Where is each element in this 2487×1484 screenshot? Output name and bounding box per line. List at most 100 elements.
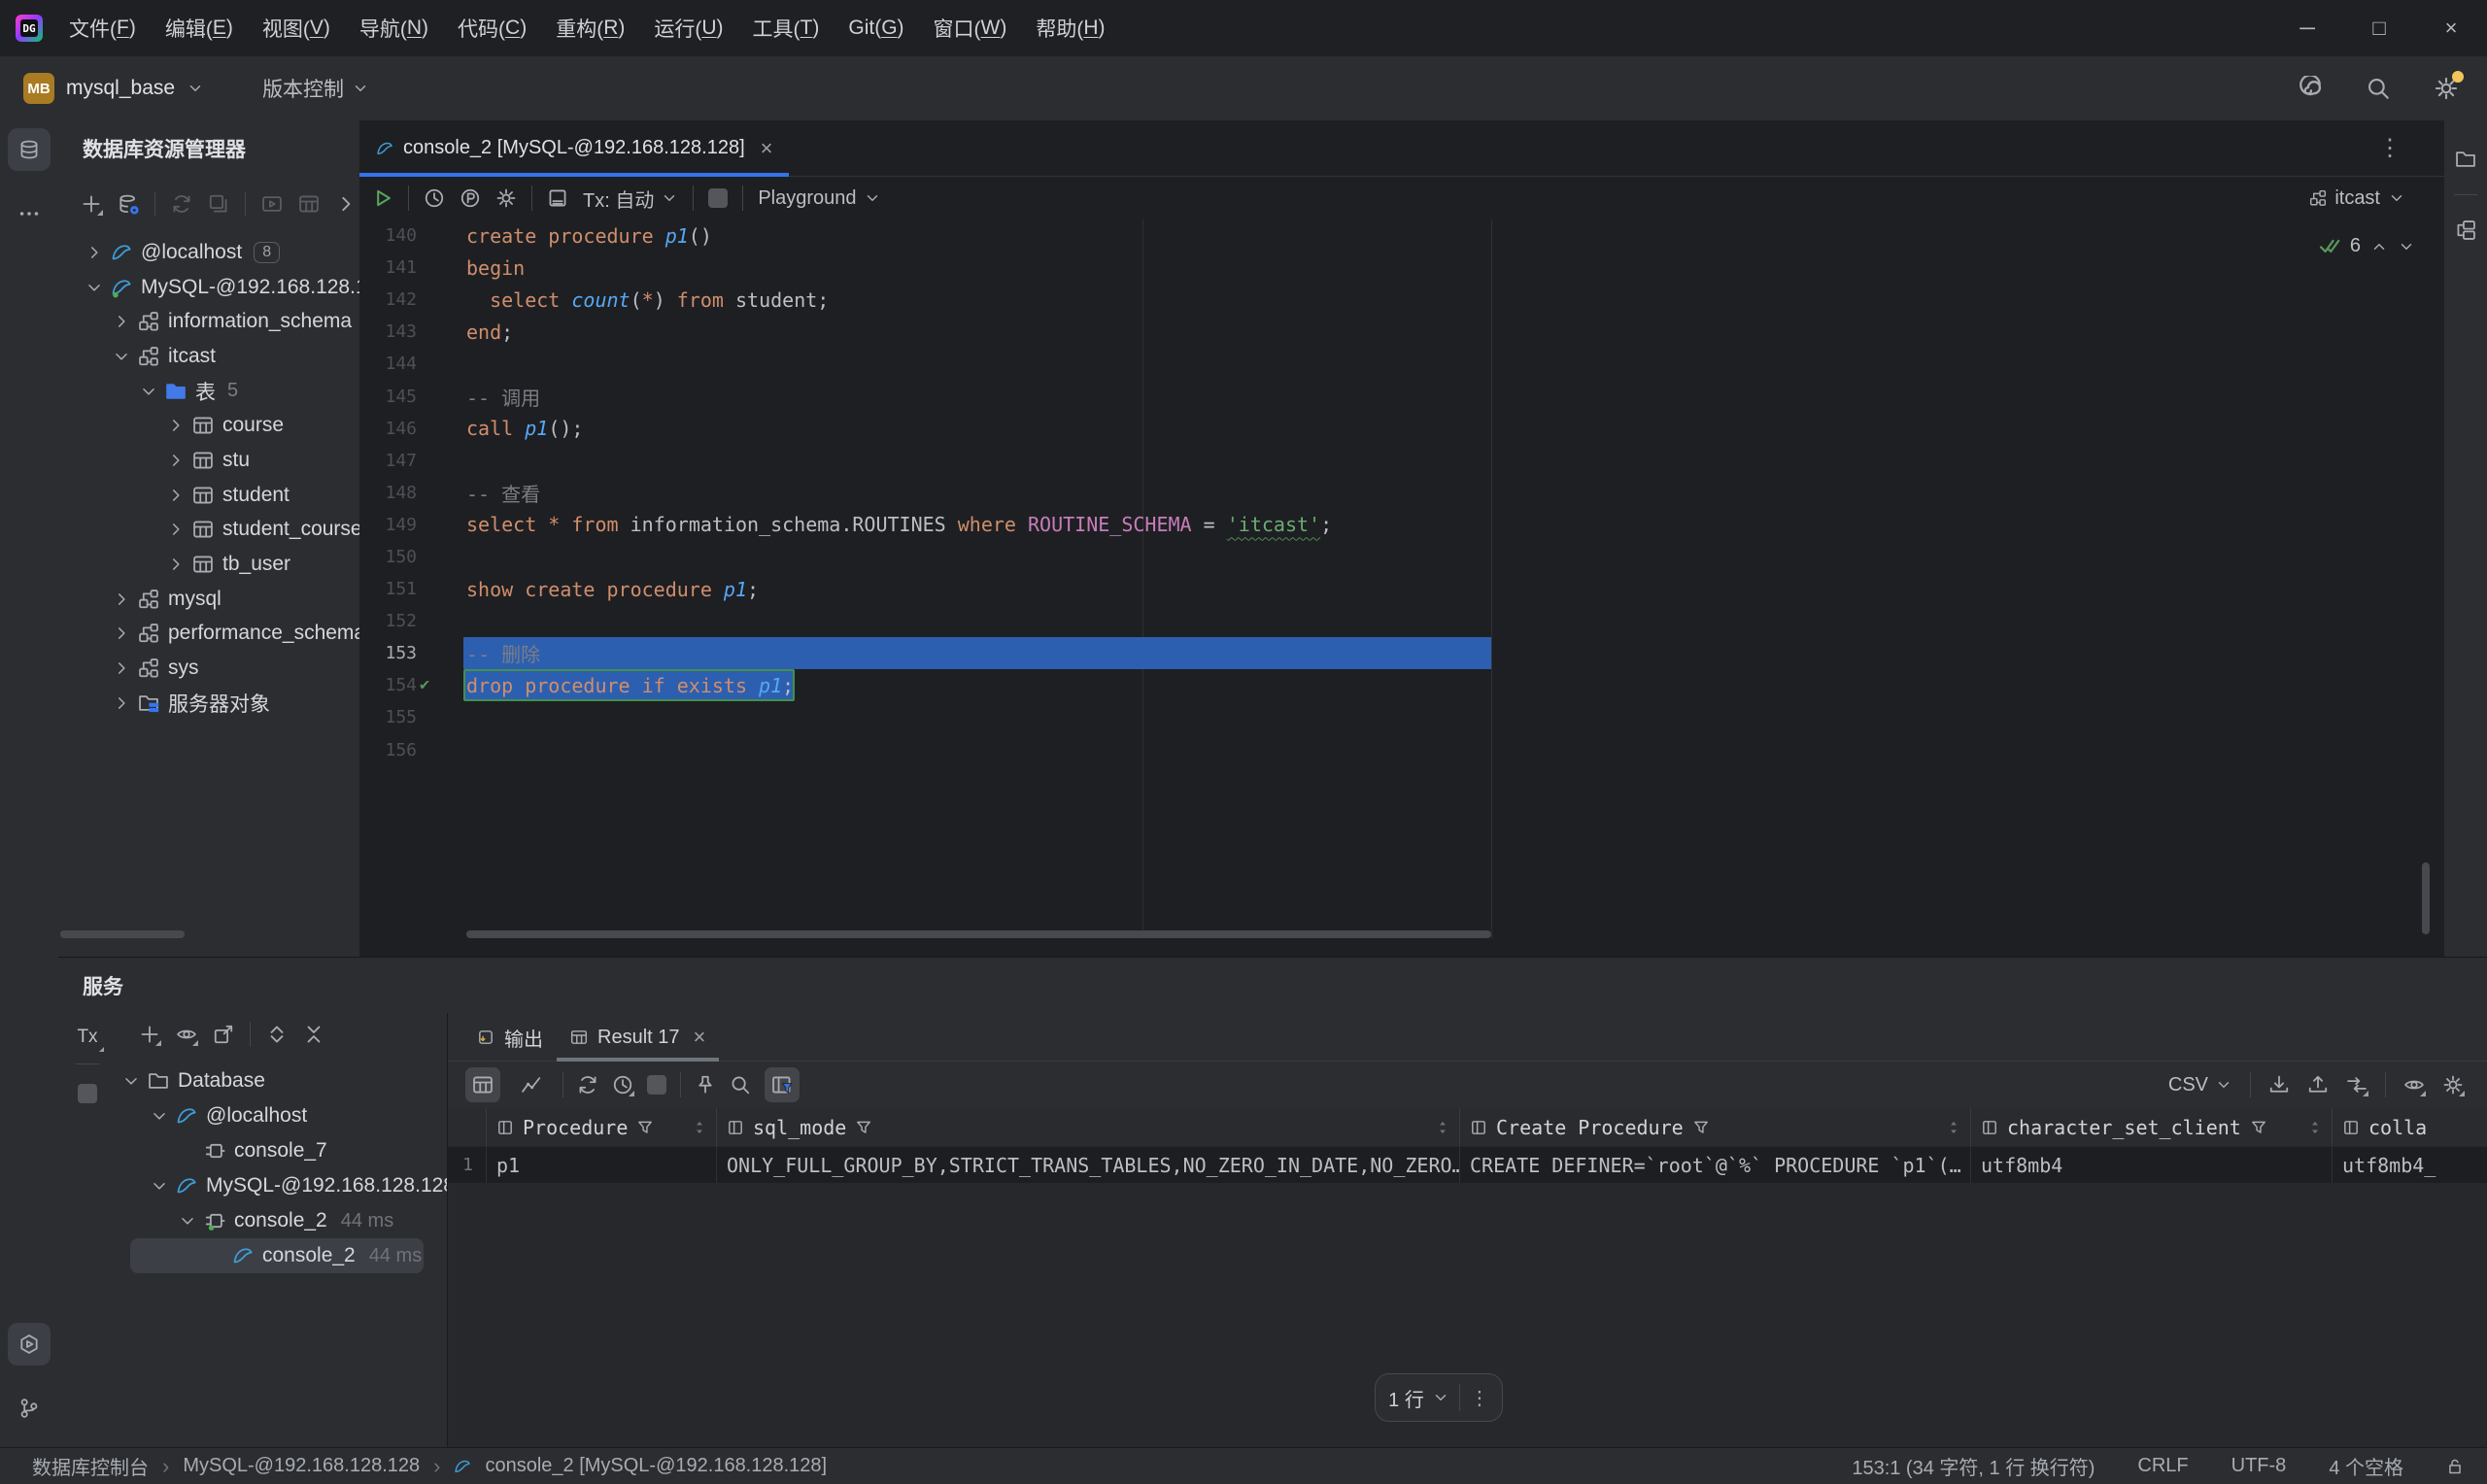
grid-settings-icon[interactable] xyxy=(2442,1074,2464,1096)
schema-switcher[interactable]: itcast xyxy=(2309,187,2444,210)
git-tool-button[interactable] xyxy=(8,1387,51,1430)
collapse-all-icon[interactable] xyxy=(303,1024,324,1045)
prev-problem-icon[interactable] xyxy=(2370,238,2388,255)
result-stop-button[interactable] xyxy=(647,1075,666,1095)
caret-position[interactable]: 153:1 (34 字符, 1 行 换行符) xyxy=(1852,1452,2095,1480)
open-in-new-tab-icon[interactable] xyxy=(213,1024,234,1045)
next-problem-icon[interactable] xyxy=(2398,238,2415,255)
chevron-right-icon[interactable] xyxy=(167,448,192,473)
menu-item-2[interactable]: 视图(V) xyxy=(248,0,345,56)
chevron-down-icon[interactable] xyxy=(151,1103,176,1129)
tree-item-console_2[interactable]: console_244 ms xyxy=(117,1238,447,1273)
ai-assistant-icon[interactable] xyxy=(2291,69,2330,108)
stop-button[interactable] xyxy=(708,188,728,208)
tree-item-sys[interactable]: sys xyxy=(58,651,359,686)
chevron-down-icon[interactable] xyxy=(140,379,165,404)
row-count-dropdown[interactable]: 1 行 xyxy=(1388,1384,1449,1412)
tab-close-icon[interactable]: × xyxy=(761,136,773,161)
column-header-character_set_client[interactable]: character_set_client xyxy=(1971,1108,2333,1146)
close-button[interactable]: × xyxy=(2415,0,2487,56)
grid-row-1[interactable]: 1p1ONLY_FULL_GROUP_BY,STRICT_TRANS_TABLE… xyxy=(448,1146,2487,1183)
tree-item-performance_schema[interactable]: performance_schema xyxy=(58,617,359,652)
console-settings-icon[interactable] xyxy=(495,187,517,209)
breadcrumb-item[interactable]: 数据库控制台 xyxy=(32,1452,149,1480)
export-format-selector[interactable]: CSV xyxy=(2168,1074,2232,1096)
code-line-147[interactable]: 147 xyxy=(359,445,2444,477)
editor-vscrollbar[interactable] xyxy=(2422,862,2430,934)
chevron-right-icon[interactable] xyxy=(113,309,138,334)
tree-item-@localhost[interactable]: @localhost8 xyxy=(58,235,359,270)
tree-item-student_course[interactable]: student_course xyxy=(58,513,359,548)
sort-arrows-icon[interactable] xyxy=(691,1119,708,1136)
menu-item-5[interactable]: 重构(R) xyxy=(541,0,639,56)
tree-item-student[interactable]: student xyxy=(58,478,359,513)
duplicate-icon[interactable] xyxy=(208,193,229,215)
code-line-145[interactable]: 145-- 调用 xyxy=(359,380,2444,412)
readonly-lock-icon[interactable] xyxy=(2446,1458,2464,1475)
history-icon[interactable] xyxy=(424,187,445,209)
more-tools-button[interactable] xyxy=(8,192,51,235)
structure-tool-button[interactable] xyxy=(2444,209,2487,252)
code-line-146[interactable]: 146call p1(); xyxy=(359,413,2444,445)
editor-tab-console2[interactable]: console_2 [MySQL-@192.168.128.128] × xyxy=(359,120,789,176)
chevron-down-icon[interactable] xyxy=(113,344,138,369)
tab-result-17[interactable]: Result 17 × xyxy=(557,1013,719,1062)
filter-grid-button[interactable] xyxy=(765,1067,800,1102)
table-view-button[interactable] xyxy=(465,1067,500,1102)
run-button[interactable] xyxy=(372,187,393,209)
chevron-down-icon[interactable] xyxy=(151,1173,176,1198)
code-line-140[interactable]: 140create procedure p1() xyxy=(359,219,2444,252)
tree-item-MySQL-@192.168.128.128[interactable]: MySQL-@192.168.128.128 xyxy=(117,1168,447,1203)
column-header-colla[interactable]: colla xyxy=(2333,1108,2487,1146)
chevron-right-icon[interactable] xyxy=(167,483,192,508)
expand-all-icon[interactable] xyxy=(266,1024,288,1045)
pin-tab-icon[interactable] xyxy=(695,1074,716,1096)
add-datasource-icon[interactable] xyxy=(81,193,102,215)
tree-item-information_schema[interactable]: information_schema xyxy=(58,304,359,339)
editor-hscrollbar[interactable] xyxy=(466,930,1491,938)
grid-cell[interactable]: CREATE DEFINER=`root`@`%` PROCEDURE `p1`… xyxy=(1460,1147,1971,1183)
indent-setting[interactable]: 4 个空格 xyxy=(2329,1452,2403,1480)
reload-data-icon[interactable] xyxy=(577,1074,598,1096)
column-header-Procedure[interactable]: Procedure xyxy=(487,1108,717,1146)
add-service-icon[interactable] xyxy=(139,1024,160,1045)
services-tool-button[interactable] xyxy=(8,1323,51,1366)
chevron-right-icon[interactable] xyxy=(113,587,138,612)
compare-data-icon[interactable] xyxy=(2346,1074,2368,1096)
export-data-icon[interactable] xyxy=(2268,1074,2290,1096)
tx-mode-selector[interactable]: Tx: 自动 xyxy=(583,185,678,213)
query-history-icon[interactable] xyxy=(612,1074,633,1096)
jump-to-console-icon[interactable] xyxy=(261,193,283,215)
chevron-right-icon[interactable] xyxy=(167,413,192,438)
code-line-154[interactable]: 154✔drop procedure if exists p1; xyxy=(359,669,2444,701)
code-line-156[interactable]: 156 xyxy=(359,734,2444,766)
find-in-grid-icon[interactable] xyxy=(730,1074,751,1096)
code-line-142[interactable]: 142 select count(*) from student; xyxy=(359,284,2444,316)
datasource-settings-icon[interactable] xyxy=(118,193,139,215)
more-actions-icon[interactable] xyxy=(335,193,357,215)
grid-view-options-icon[interactable] xyxy=(2403,1074,2425,1096)
tree-item-itcast[interactable]: itcast xyxy=(58,339,359,374)
result-tab-close-icon[interactable]: × xyxy=(694,1025,706,1050)
menu-item-0[interactable]: 文件(F) xyxy=(54,0,151,56)
menu-item-4[interactable]: 代码(C) xyxy=(443,0,541,56)
tree-item-表[interactable]: 表5 xyxy=(58,374,359,409)
code-line-152[interactable]: 152 xyxy=(359,605,2444,637)
grid-cell[interactable]: p1 xyxy=(487,1147,717,1183)
sort-arrows-icon[interactable] xyxy=(2306,1119,2324,1136)
encoding[interactable]: UTF-8 xyxy=(2231,1455,2287,1477)
sort-arrows-icon[interactable] xyxy=(1434,1119,1451,1136)
view-options-icon[interactable] xyxy=(176,1024,197,1045)
code-line-143[interactable]: 143end; xyxy=(359,316,2444,348)
column-header-sql_mode[interactable]: sql_mode xyxy=(717,1108,1460,1146)
menu-item-9[interactable]: 窗口(W) xyxy=(919,0,1022,56)
playground-selector[interactable]: Playground xyxy=(758,187,880,210)
search-everywhere-icon[interactable] xyxy=(2359,69,2398,108)
menu-item-7[interactable]: 工具(T) xyxy=(738,0,835,56)
grid-cell[interactable]: ONLY_FULL_GROUP_BY,STRICT_TRANS_TABLES,N… xyxy=(717,1147,1460,1183)
chevron-right-icon[interactable] xyxy=(113,691,138,716)
tree-item-@localhost[interactable]: @localhost xyxy=(117,1098,447,1133)
breadcrumb-item[interactable]: MySQL-@192.168.128.128 xyxy=(183,1455,420,1477)
menu-item-8[interactable]: Git(G) xyxy=(834,0,918,56)
chevron-right-icon[interactable] xyxy=(167,517,192,542)
